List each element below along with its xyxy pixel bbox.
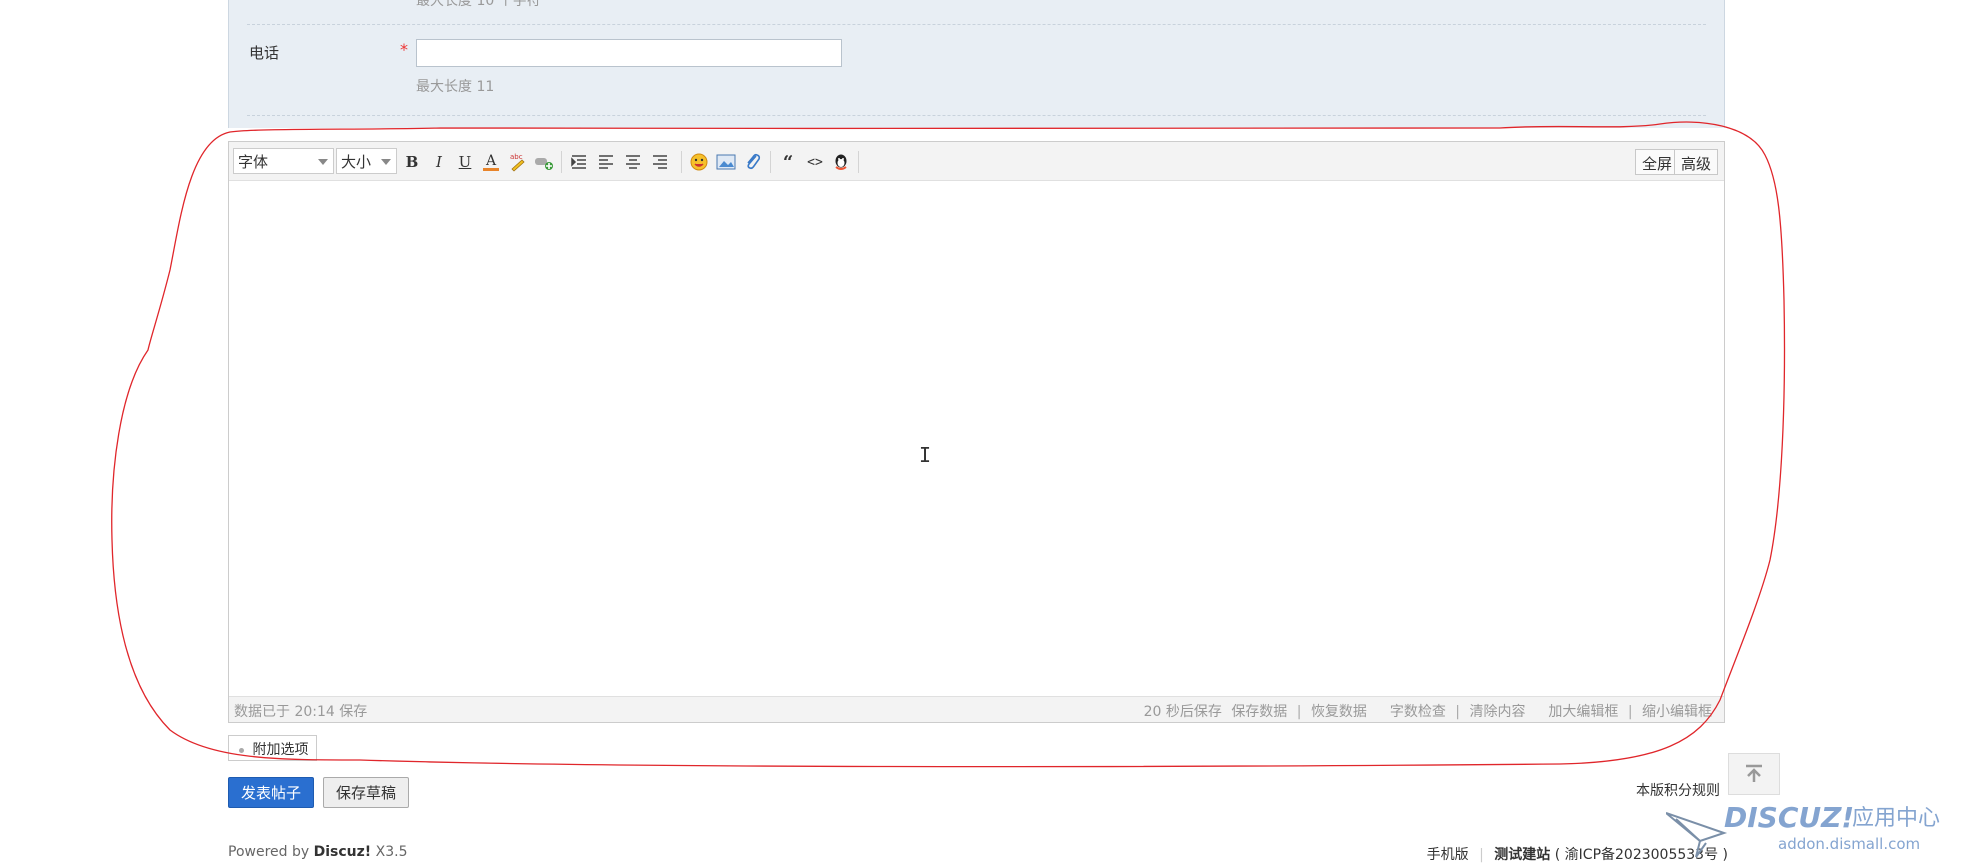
watermark-logo: DISCUZ! 应用中心 addon.dismall.com [1666, 801, 1940, 858]
separator: | [1479, 847, 1484, 863]
smiley-icon[interactable] [688, 151, 710, 173]
bold-button[interactable]: B [401, 151, 423, 173]
align-left-icon[interactable] [595, 151, 617, 173]
toolbar-separator [770, 151, 771, 173]
phone-label: 电话 [249, 44, 280, 62]
quote-button[interactable]: “ [777, 151, 799, 173]
separator: | [1455, 704, 1461, 720]
font-select[interactable]: 字体 [233, 148, 334, 174]
align-center-icon[interactable] [622, 151, 644, 173]
arrow-up-icon [1746, 764, 1762, 782]
mobile-version-link[interactable]: 手机版 [1427, 847, 1469, 863]
restore-data-link[interactable]: 恢复数据 [1311, 704, 1367, 720]
powered-by: Powered by Discuz! X3.5 [228, 844, 407, 860]
editor-toolbar: 字体 大小 B I U A abc “ <> 全屏 高级 [229, 142, 1724, 181]
editor-statusbar: 数据已于 20:14 保存 20 秒后保存 保存数据 | 恢复数据 字数检查 |… [229, 696, 1724, 722]
indent-icon[interactable] [568, 151, 590, 173]
watermark-center: 应用中心 [1852, 806, 1940, 831]
divider [247, 115, 1706, 116]
site-name-link[interactable]: 测试建站 [1494, 847, 1550, 863]
chevron-down-icon [318, 159, 328, 165]
separator: | [1627, 704, 1633, 720]
size-select[interactable]: 大小 [336, 148, 397, 174]
phone-input[interactable] [416, 39, 842, 67]
extra-options-toggle[interactable]: 附加选项 [228, 735, 318, 761]
editor-content-area[interactable]: I [229, 181, 1724, 696]
toolbar-separator [858, 151, 859, 173]
editor-status-links: 20 秒后保存 保存数据 | 恢复数据 字数检查 | 清除内容 加大编辑框 | … [1144, 701, 1712, 721]
autosave-countdown: 20 秒后保存 [1143, 704, 1222, 720]
saved-status: 数据已于 20:14 保存 [234, 704, 368, 720]
enlarge-editor-link[interactable]: 加大编辑框 [1548, 704, 1618, 720]
discuz-link[interactable]: Discuz! [314, 844, 372, 860]
post-editor: 字体 大小 B I U A abc “ <> 全屏 高级 I 数据已于 20:1… [228, 141, 1725, 723]
divider [247, 24, 1706, 25]
extra-options-label: 附加选项 [252, 742, 309, 758]
image-icon[interactable] [715, 151, 737, 173]
font-select-label: 字体 [238, 153, 269, 171]
italic-button[interactable]: I [428, 151, 450, 173]
toolbar-separator [561, 151, 562, 173]
qq-icon[interactable] [830, 151, 852, 173]
shrink-editor-link[interactable]: 缩小编辑框 [1642, 704, 1712, 720]
attachment-icon[interactable] [742, 151, 764, 173]
advanced-button[interactable]: 高级 [1673, 149, 1718, 175]
save-data-link[interactable]: 保存数据 [1231, 704, 1287, 720]
font-color-icon: A [485, 152, 497, 169]
size-select-label: 大小 [341, 153, 372, 171]
watermark-brand: DISCUZ! [1724, 801, 1854, 834]
watermark-domain: addon.dismall.com [1778, 835, 1920, 853]
text-cursor-icon: I [919, 443, 932, 467]
version-label: X3.5 [375, 844, 408, 860]
svg-text:abc: abc [510, 153, 523, 161]
chevron-down-icon [381, 159, 391, 165]
align-right-icon[interactable] [649, 151, 671, 173]
toolbar-separator [681, 151, 682, 173]
required-mark: * [400, 40, 408, 59]
highlight-icon[interactable]: abc [507, 151, 529, 173]
powered-prefix: Powered by [228, 844, 310, 860]
bullet-icon [239, 747, 244, 753]
back-to-top-button[interactable] [1728, 753, 1780, 795]
separator: | [1296, 704, 1302, 720]
word-check-link[interactable]: 字数检查 [1390, 704, 1446, 720]
save-draft-button[interactable]: 保存草稿 [323, 777, 409, 808]
top-field-hint: 最大长度 10 个字符 [416, 0, 541, 9]
font-color-button[interactable]: A [480, 151, 502, 173]
code-button[interactable]: <> [804, 151, 826, 173]
fullscreen-button[interactable]: 全屏 [1634, 149, 1679, 175]
color-bar [483, 167, 499, 171]
link-add-icon[interactable] [533, 151, 555, 173]
underline-button[interactable]: U [454, 151, 476, 173]
phone-hint: 最大长度 11 [416, 79, 495, 95]
submit-post-button[interactable]: 发表帖子 [228, 777, 314, 808]
clear-content-link[interactable]: 清除内容 [1469, 704, 1525, 720]
form-section: 最大长度 10 个字符 电话 * 最大长度 11 [228, 0, 1725, 128]
